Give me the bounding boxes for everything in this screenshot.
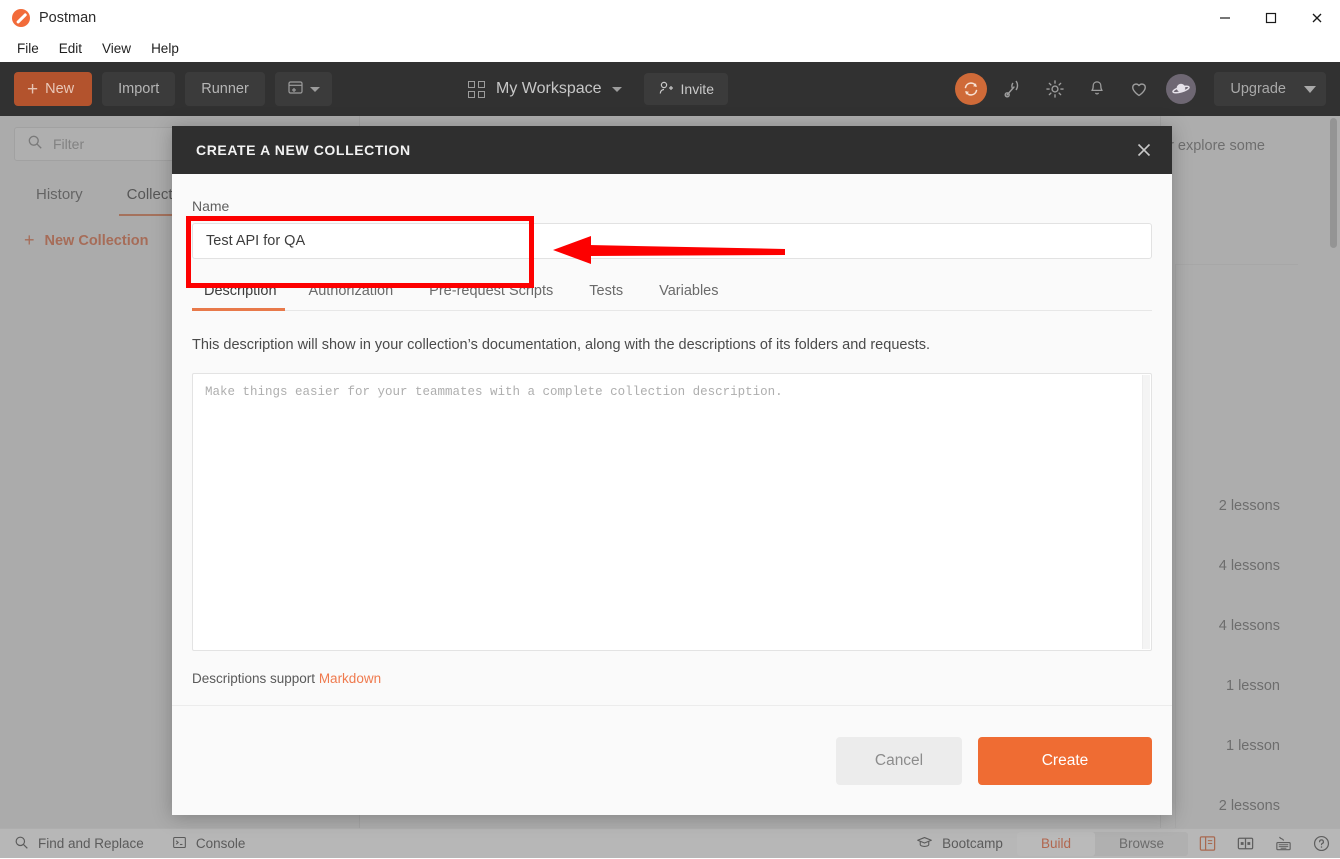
two-pane-layout-icon[interactable] [1226,829,1264,859]
console-label: Console [196,836,246,851]
close-icon[interactable] [1134,140,1154,160]
invite-button[interactable]: Invite [644,73,728,105]
chevron-down-icon [612,87,622,92]
caret-down-icon [1304,86,1316,93]
textarea-scrollbar[interactable] [1142,375,1150,649]
workspace-selector[interactable]: My Workspace Invite [468,73,728,105]
upgrade-button[interactable]: Upgrade [1214,72,1326,106]
runner-button[interactable]: Runner [185,72,265,106]
find-and-replace-button[interactable]: Find and Replace [0,829,158,859]
menu-item-help[interactable]: Help [142,39,188,59]
markdown-note: Descriptions support Markdown [192,671,1152,686]
terminal-icon [172,835,187,853]
annotation-arrow [553,232,793,272]
avatar[interactable] [1160,68,1202,110]
menu-item-file[interactable]: File [8,39,48,59]
maximize-icon[interactable] [1248,0,1294,36]
bootcamp-button[interactable]: Bootcamp [902,829,1017,859]
description-note: This description will show in your colle… [192,337,1152,353]
menu-bar: File Edit View Help [0,36,1340,62]
modal-header: CREATE A NEW COLLECTION [172,126,1172,174]
heart-icon[interactable] [1118,68,1160,110]
cancel-button[interactable]: Cancel [836,737,962,785]
toolbar-right-icons: Upgrade [950,68,1326,110]
sync-button[interactable] [950,68,992,110]
menu-item-view[interactable]: View [93,39,140,59]
tab-authorization[interactable]: Authorization [291,283,412,310]
keyboard-icon[interactable] [1264,829,1302,859]
gear-icon[interactable] [1034,68,1076,110]
console-button[interactable]: Console [158,829,260,859]
name-label: Name [192,198,1152,214]
tab-pre-request-scripts[interactable]: Pre-request Scripts [411,283,571,310]
build-tab[interactable]: Build [1017,832,1095,856]
window-controls [1202,0,1340,36]
chevron-down-icon [310,87,320,92]
modal-footer: Cancel Create [172,705,1172,815]
find-and-replace-label: Find and Replace [38,836,144,851]
new-window-icon [287,79,304,100]
import-button[interactable]: Import [102,72,175,106]
status-bar-right: Bootcamp Build Browse [902,829,1340,859]
app-toolbar: + New Import Runner My Workspace Invite [0,62,1340,116]
tab-variables[interactable]: Variables [641,283,736,310]
tab-tests[interactable]: Tests [571,283,641,310]
bootcamp-label: Bootcamp [942,836,1003,851]
minimize-icon[interactable] [1202,0,1248,36]
description-textarea[interactable]: Make things easier for your teammates wi… [192,373,1152,651]
markdown-link[interactable]: Markdown [319,671,381,686]
markdown-note-prefix: Descriptions support [192,671,319,686]
create-button[interactable]: Create [978,737,1152,785]
create-collection-modal: CREATE A NEW COLLECTION Name Test API fo… [172,126,1172,815]
invite-label: Invite [681,81,714,97]
help-icon[interactable] [1302,829,1340,859]
tab-description[interactable]: Description [192,283,291,310]
description-placeholder: Make things easier for your teammates wi… [205,385,1139,399]
bell-icon[interactable] [1076,68,1118,110]
new-button-label: New [45,81,74,97]
graduation-cap-icon [916,834,933,854]
window-title-bar: Postman [0,0,1340,36]
sync-icon [955,73,987,105]
grid-icon [468,81,485,98]
satellite-icon[interactable] [992,68,1034,110]
browse-tab[interactable]: Browse [1095,832,1188,856]
person-add-icon [658,80,674,99]
modal-tabs: Description Authorization Pre-request Sc… [192,283,1152,311]
modal-title: CREATE A NEW COLLECTION [196,142,411,158]
close-icon[interactable] [1294,0,1340,36]
plus-icon: + [27,80,38,99]
status-bar: Find and Replace Console Bootcamp Build … [0,828,1340,858]
sidebar-layout-icon[interactable] [1188,829,1226,859]
upgrade-label: Upgrade [1230,81,1286,97]
build-browse-toggle: Build Browse [1017,832,1188,856]
postman-logo-icon [12,9,30,27]
search-icon [14,835,29,853]
app-title: Postman [39,10,96,26]
avatar-planet-icon [1166,74,1196,104]
menu-item-edit[interactable]: Edit [50,39,91,59]
workspace-label: My Workspace [496,80,602,98]
new-window-button[interactable] [275,72,332,106]
new-button[interactable]: + New [14,72,92,106]
